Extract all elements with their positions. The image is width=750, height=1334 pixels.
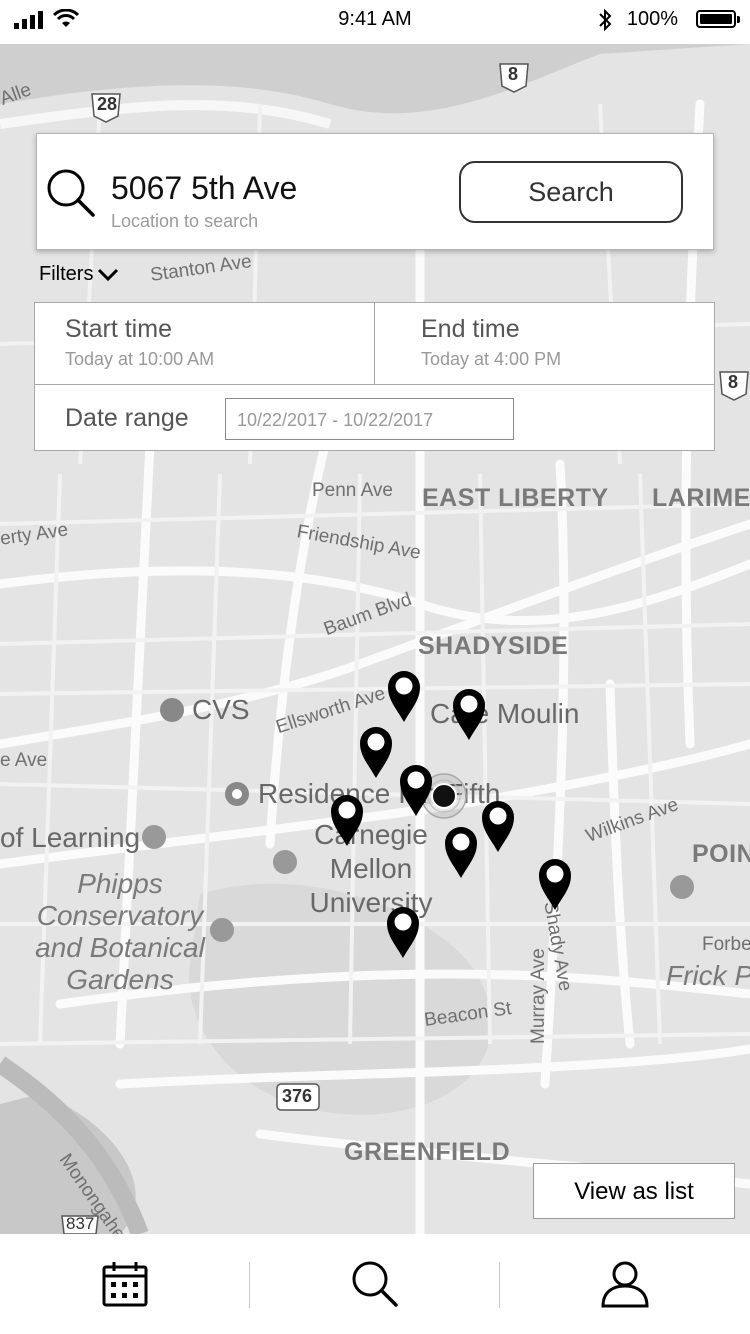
start-time-label: Start time: [65, 315, 172, 343]
map-pin-icon[interactable]: [451, 686, 487, 742]
date-range-label: Date range: [65, 404, 189, 432]
area-label: GREENFIELD: [344, 1138, 511, 1166]
area-label: POINT: [692, 840, 750, 868]
battery-percent: 100%: [626, 8, 678, 30]
filters-label: Filters: [39, 263, 94, 285]
view-as-list-button[interactable]: View as list: [533, 1163, 735, 1219]
tab-calendar[interactable]: [0, 1234, 249, 1334]
route-376-label: 376: [282, 1086, 313, 1106]
tab-bar: [0, 1234, 750, 1334]
map-pin-icon[interactable]: [385, 904, 421, 960]
map-pin-icon[interactable]: [537, 856, 573, 912]
status-bar: 9:41 AM 100%: [0, 0, 750, 44]
bluetooth-icon: [599, 8, 612, 32]
map-pin-icon[interactable]: [480, 798, 516, 854]
search-card: 5067 5th Ave Location to search Search: [36, 133, 714, 250]
route-8-label: 8: [728, 372, 739, 392]
search-placeholder: Location to search: [111, 211, 259, 231]
start-time-value: Today at 10:00 AM: [65, 349, 215, 369]
map-pin-icon[interactable]: [329, 792, 365, 848]
street-label: Penn Ave: [312, 480, 394, 501]
end-time-field[interactable]: End time Today at 4:00 PM: [375, 303, 714, 385]
tab-profile[interactable]: [500, 1234, 749, 1334]
end-time-value: Today at 4:00 PM: [421, 349, 562, 369]
profile-icon: [600, 1261, 649, 1308]
tab-search[interactable]: [250, 1234, 499, 1334]
map-pin-icon[interactable]: [443, 824, 479, 880]
battery-icon: [696, 10, 740, 28]
street-label: e Ave: [0, 750, 48, 771]
calendar-icon: [102, 1262, 147, 1307]
search-button[interactable]: Search: [459, 161, 683, 223]
chevron-down-icon: [98, 268, 119, 281]
street-label: Murray Ave: [528, 948, 549, 1044]
search-input[interactable]: 5067 5th Ave: [111, 170, 297, 207]
poi-label: CVS: [192, 694, 250, 725]
map-pin-icon[interactable]: [358, 724, 394, 780]
area-label: LARIMER: [652, 484, 750, 512]
poi-label: of Learning: [0, 822, 141, 853]
map-pin-icon[interactable]: [386, 668, 422, 724]
route-8-label: 8: [508, 64, 519, 84]
start-time-field[interactable]: Start time Today at 10:00 AM: [35, 303, 375, 385]
route-28-label: 28: [97, 94, 118, 114]
filter-panel: Start time Today at 10:00 AM End time To…: [34, 302, 715, 451]
area-label: EAST LIBERTY: [422, 484, 609, 512]
street-label: Forbe: [702, 934, 750, 955]
poi-label: Phipps Conservatory and Botanical Garden…: [35, 868, 205, 995]
poi-label: Frick P: [666, 960, 750, 991]
end-time-label: End time: [421, 315, 520, 343]
search-icon: [352, 1261, 398, 1307]
area-label: SHADYSIDE: [418, 632, 569, 660]
date-range-input[interactable]: 10/22/2017 - 10/22/2017: [225, 398, 514, 440]
map-pin-icon[interactable]: [398, 762, 434, 818]
route-837-label: 837: [66, 1214, 95, 1233]
filters-toggle[interactable]: Filters: [39, 263, 119, 286]
search-icon: [47, 169, 95, 217]
